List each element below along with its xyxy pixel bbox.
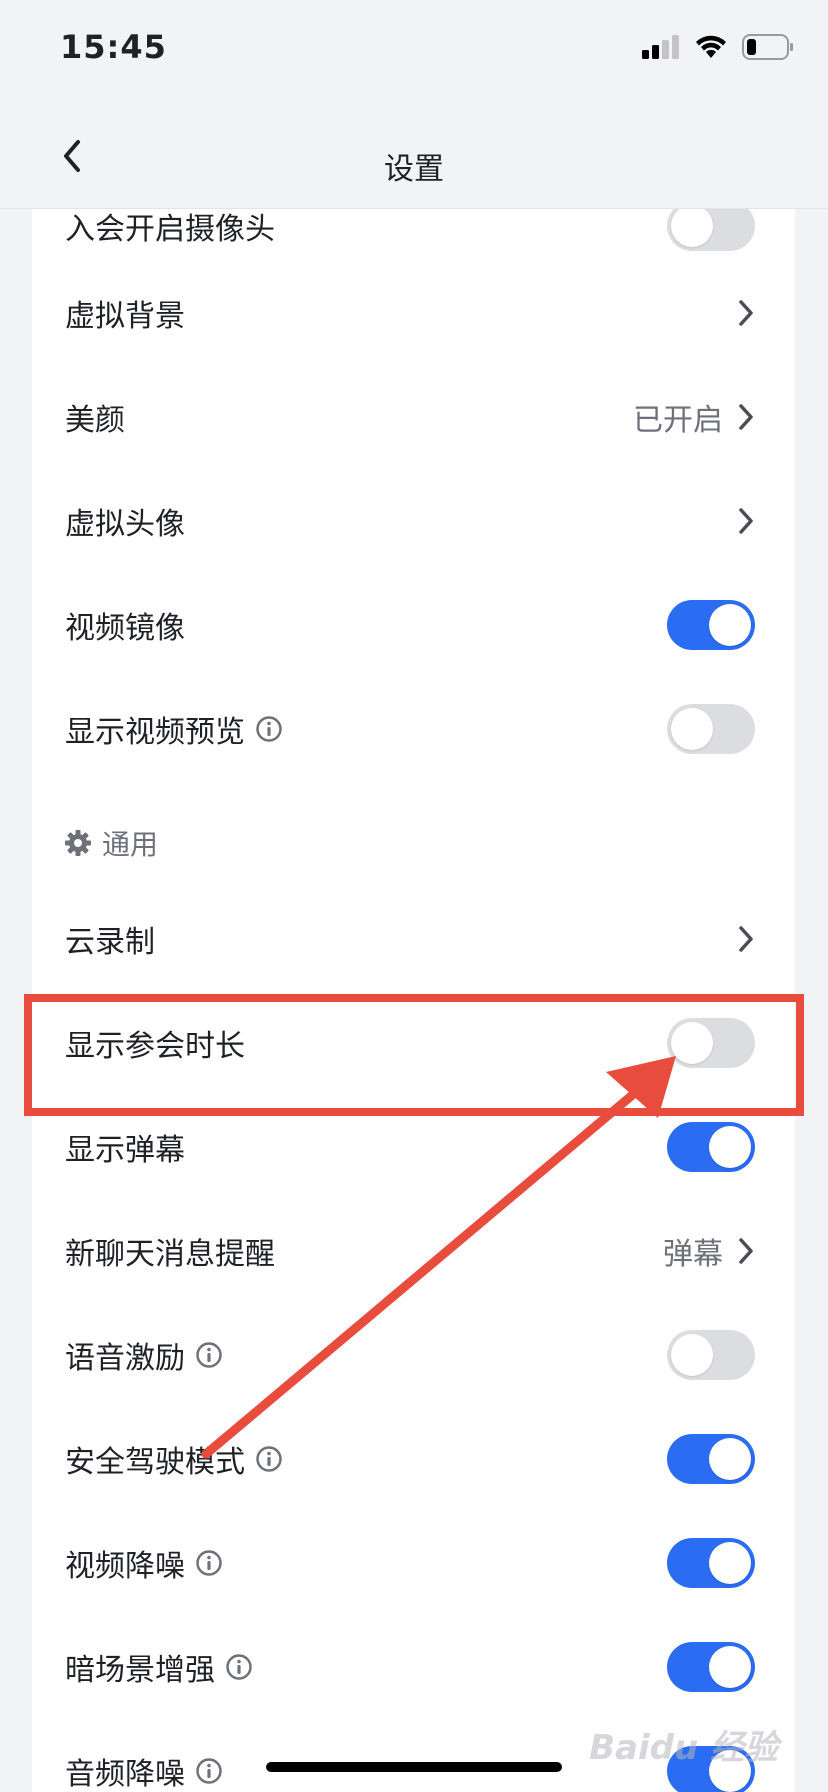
low-light-enhance-label: 暗场景增强 bbox=[65, 1653, 215, 1688]
section-title-general: 通用 bbox=[102, 828, 159, 861]
gear-icon bbox=[65, 830, 91, 856]
beauty-value: 已开启 bbox=[633, 403, 723, 438]
camera-on-join-label: 入会开启摄像头 bbox=[65, 211, 275, 247]
info-icon[interactable] bbox=[195, 1341, 223, 1369]
chevron-right-icon bbox=[739, 300, 753, 326]
info-icon[interactable] bbox=[225, 1653, 253, 1681]
page-title: 设置 bbox=[384, 152, 444, 187]
show-video-preview-toggle[interactable] bbox=[667, 704, 755, 754]
beauty-row[interactable]: 美颜 已开启 bbox=[32, 365, 795, 469]
battery-icon bbox=[742, 34, 793, 60]
safe-driving-mode-toggle[interactable] bbox=[667, 1434, 755, 1484]
beauty-label: 美颜 bbox=[65, 403, 125, 438]
show-danmaku-toggle[interactable] bbox=[667, 1122, 755, 1172]
status-icons bbox=[642, 34, 794, 60]
virtual-background-row[interactable]: 虚拟背景 bbox=[32, 261, 795, 365]
video-mirror-label: 视频镜像 bbox=[65, 611, 185, 646]
info-icon[interactable] bbox=[195, 1549, 223, 1577]
settings-list[interactable]: 入会开启摄像头 虚拟背景 美颜 已开启 虚拟头像 视频镜像 显示视频预览 通用 … bbox=[0, 209, 828, 1792]
video-mirror-toggle[interactable] bbox=[667, 600, 755, 650]
show-meeting-duration-label: 显示参会时长 bbox=[65, 1029, 245, 1064]
safe-driving-mode-row: 安全驾驶模式 bbox=[32, 1407, 795, 1511]
virtual-avatar-label: 虚拟头像 bbox=[65, 507, 185, 542]
video-denoise-toggle[interactable] bbox=[667, 1538, 755, 1588]
low-light-enhance-row: 暗场景增强 bbox=[32, 1615, 795, 1719]
status-bar: 15:45 bbox=[0, 0, 828, 100]
low-light-enhance-toggle[interactable] bbox=[667, 1642, 755, 1692]
camera-on-join-row[interactable]: 入会开启摄像头 bbox=[32, 209, 795, 253]
voice-activation-toggle[interactable] bbox=[667, 1330, 755, 1380]
general-settings-card: 通用 云录制 显示参会时长 显示弹幕 新聊天消息提醒 弹幕 语音激励 安全驾驶模… bbox=[32, 795, 795, 1792]
camera-on-join-toggle[interactable] bbox=[667, 209, 755, 251]
video-mirror-row: 视频镜像 bbox=[32, 573, 795, 677]
chevron-right-icon bbox=[739, 926, 753, 952]
show-meeting-duration-toggle[interactable] bbox=[667, 1018, 755, 1068]
video-denoise-row: 视频降噪 bbox=[32, 1511, 795, 1615]
navigation-bar: 设置 bbox=[0, 100, 828, 209]
chevron-right-icon bbox=[739, 404, 753, 430]
show-meeting-duration-row: 显示参会时长 bbox=[32, 991, 795, 1095]
info-icon[interactable] bbox=[255, 715, 283, 743]
show-video-preview-label: 显示视频预览 bbox=[65, 715, 245, 750]
virtual-avatar-row[interactable]: 虚拟头像 bbox=[32, 469, 795, 573]
new-chat-reminder-value: 弹幕 bbox=[663, 1237, 723, 1272]
info-icon[interactable] bbox=[255, 1445, 283, 1473]
section-header-general: 通用 bbox=[64, 823, 158, 863]
cloud-recording-row[interactable]: 云录制 bbox=[32, 887, 795, 991]
show-danmaku-row: 显示弹幕 bbox=[32, 1095, 795, 1199]
new-chat-reminder-row[interactable]: 新聊天消息提醒 弹幕 bbox=[32, 1199, 795, 1303]
chevron-right-icon bbox=[739, 508, 753, 534]
safe-driving-mode-label: 安全驾驶模式 bbox=[65, 1445, 245, 1480]
cellular-signal-icon bbox=[642, 35, 679, 59]
chevron-right-icon bbox=[739, 1238, 753, 1264]
voice-activation-label: 语音激励 bbox=[65, 1341, 185, 1376]
status-time: 15:45 bbox=[60, 28, 167, 66]
wifi-icon bbox=[696, 35, 726, 58]
voice-activation-row: 语音激励 bbox=[32, 1303, 795, 1407]
home-indicator bbox=[266, 1762, 562, 1772]
watermark: Baidu 经验 bbox=[589, 1728, 778, 1768]
new-chat-reminder-label: 新聊天消息提醒 bbox=[65, 1237, 275, 1272]
show-danmaku-label: 显示弹幕 bbox=[65, 1133, 185, 1168]
show-video-preview-row: 显示视频预览 bbox=[32, 677, 795, 781]
audio-denoise-label: 音频降噪 bbox=[65, 1757, 185, 1792]
video-denoise-label: 视频降噪 bbox=[65, 1549, 185, 1584]
cloud-recording-label: 云录制 bbox=[65, 925, 155, 960]
info-icon[interactable] bbox=[195, 1757, 223, 1785]
virtual-background-label: 虚拟背景 bbox=[65, 299, 185, 334]
